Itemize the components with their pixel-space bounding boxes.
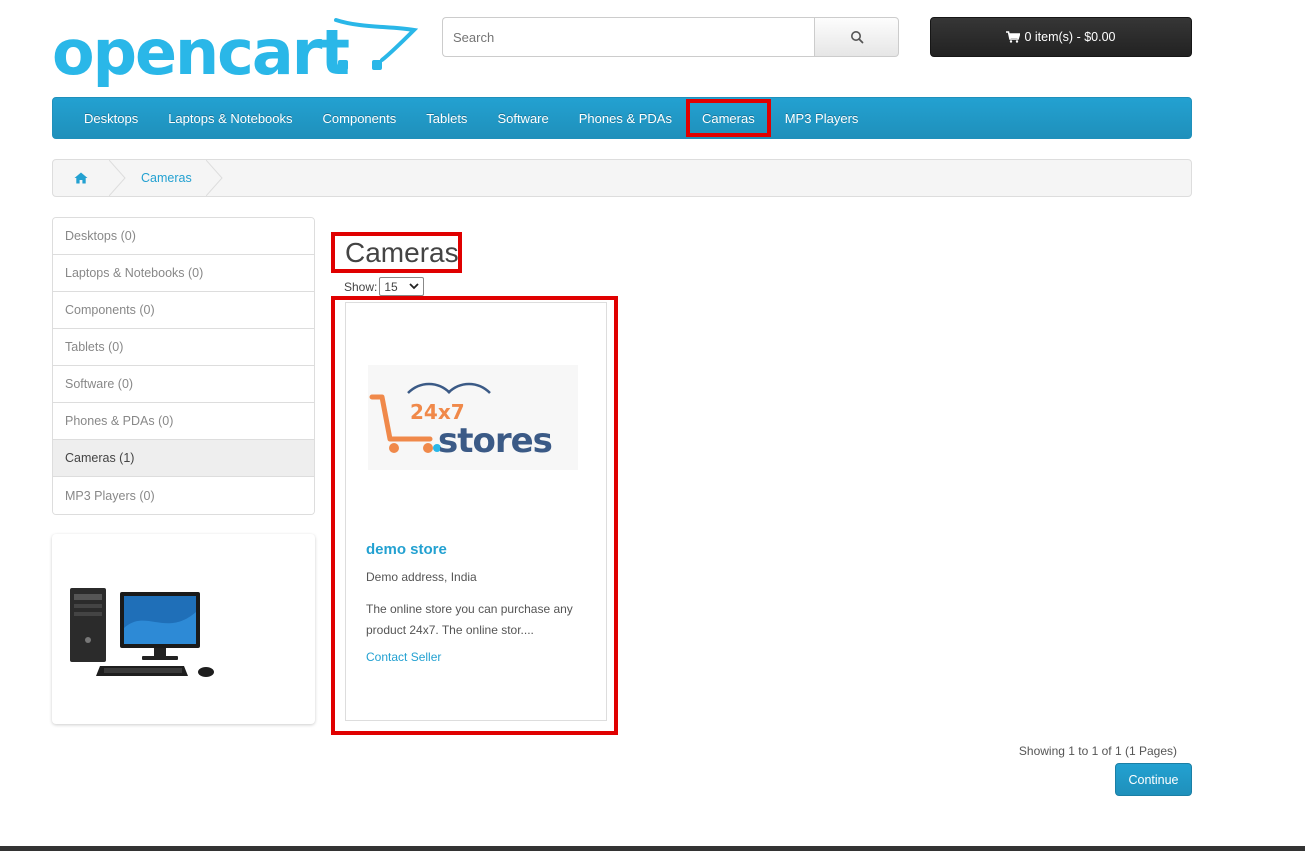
menu-item-mp3-players[interactable]: MP3 Players <box>770 101 874 135</box>
menu-item-tablets[interactable]: Tablets <box>411 101 482 135</box>
seller-address: Demo address, India <box>366 570 477 584</box>
breadcrumb-separator <box>205 160 224 196</box>
breadcrumb-item-cameras[interactable]: Cameras <box>127 160 206 196</box>
show-limit-value: 15 <box>384 279 398 294</box>
main-menu: Desktops Laptops & Notebooks Components … <box>52 97 1192 139</box>
menu-item-software[interactable]: Software <box>482 101 563 135</box>
seller-description: The online store you can purchase any pr… <box>366 602 573 637</box>
store-logo-main-text: stores <box>438 421 552 461</box>
contact-seller-link[interactable]: Contact Seller <box>366 650 441 664</box>
category-list: Desktops (0) Laptops & Notebooks (0) Com… <box>52 217 315 515</box>
pagination-results: Showing 1 to 1 of 1 (1 Pages) <box>1018 744 1177 758</box>
footer-divider <box>0 846 1305 851</box>
menu-item-cameras[interactable]: Cameras <box>685 99 771 137</box>
opencart-logo[interactable]: opencart <box>52 14 419 92</box>
category-item-desktops[interactable]: Desktops (0) <box>53 218 314 255</box>
show-limit: Show: 15 <box>344 277 425 296</box>
seller-logo[interactable]: 24x7 stores <box>368 365 578 470</box>
shopping-cart-icon <box>1006 31 1021 43</box>
category-item-cameras[interactable]: Cameras (1) <box>53 440 314 477</box>
page-title-highlight: Cameras <box>331 232 462 273</box>
breadcrumb-home[interactable] <box>53 160 109 196</box>
search-icon <box>850 31 863 44</box>
menu-item-laptops-notebooks[interactable]: Laptops & Notebooks <box>153 101 307 135</box>
show-label: Show: <box>344 279 378 294</box>
category-item-phones-pdas[interactable]: Phones & PDAs (0) <box>53 403 314 440</box>
category-item-mp3-players[interactable]: MP3 Players (0) <box>53 477 314 514</box>
category-item-components[interactable]: Components (0) <box>53 292 314 329</box>
logo-text: opencart <box>52 16 350 89</box>
cart-button[interactable]: 0 item(s) - $0.00 <box>930 17 1192 57</box>
show-limit-select[interactable]: 15 <box>379 277 425 296</box>
category-item-software[interactable]: Software (0) <box>53 366 314 403</box>
menu-item-phones-pdas[interactable]: Phones & PDAs <box>564 101 687 135</box>
menu-item-desktops[interactable]: Desktops <box>69 101 153 135</box>
search-input[interactable] <box>442 17 814 57</box>
logo-cart-icon <box>334 18 419 70</box>
store-logo-image: 24x7 stores <box>369 382 553 461</box>
breadcrumb: Cameras <box>52 159 1192 197</box>
seller-name-link[interactable]: demo store <box>366 541 447 558</box>
search-button[interactable] <box>814 17 899 57</box>
cart-label: 0 item(s) - $0.00 <box>1024 30 1116 44</box>
category-item-laptops-notebooks[interactable]: Laptops & Notebooks (0) <box>53 255 314 292</box>
menu-item-components[interactable]: Components <box>308 101 412 135</box>
category-item-tablets[interactable]: Tablets (0) <box>53 329 314 366</box>
page-title: Cameras <box>345 236 459 268</box>
breadcrumb-separator <box>109 160 127 196</box>
search-bar <box>442 17 899 57</box>
home-icon <box>74 172 88 184</box>
continue-button[interactable]: Continue <box>1115 763 1192 796</box>
sidebar-banner[interactable] <box>52 534 315 724</box>
seller-card: 24x7 stores demo store Demo address, Ind… <box>345 302 607 721</box>
desktop-computer-image <box>70 588 214 677</box>
chevron-down-icon <box>409 283 419 290</box>
